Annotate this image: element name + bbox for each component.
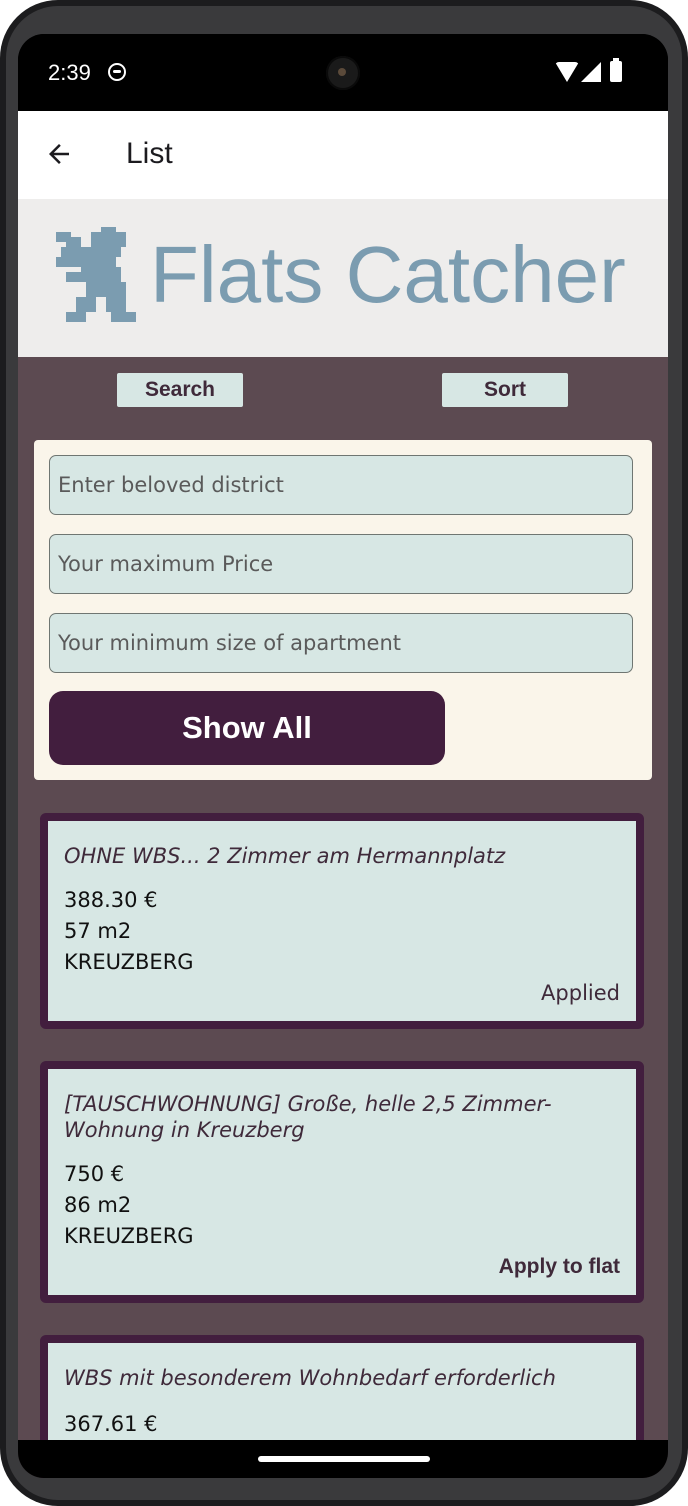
flat-title: WBS mit besonderem Wohnbedarf erforderli… [64, 1366, 556, 1390]
min-size-field[interactable] [49, 613, 633, 673]
home-gesture-handle[interactable] [258, 1456, 430, 1462]
status-bar: 2:39 [18, 34, 668, 111]
device-frame: 2:39 List Flats Catcher Search Sort Ente… [0, 0, 688, 1506]
main-content[interactable]: Flats Catcher Search Sort Show All OHNE … [18, 199, 668, 1478]
flat-title: [TAUSCHWOHNUNG] Große, helle 2,5 Zimmer-… [64, 1092, 552, 1142]
district-input[interactable] [50, 456, 632, 514]
wifi-icon [555, 62, 579, 82]
show-all-button[interactable]: Show All [49, 691, 445, 765]
district-field[interactable] [49, 455, 633, 515]
flat-card[interactable]: [TAUSCHWOHNUNG] Große, helle 2,5 Zimmer-… [40, 1061, 644, 1303]
page-title: List [126, 137, 173, 170]
battery-icon [610, 58, 622, 82]
flat-price: 388.30 € [64, 888, 158, 912]
min-size-input[interactable] [50, 614, 632, 672]
status-time: 2:39 [48, 60, 91, 85]
front-camera [326, 56, 360, 90]
apply-to-flat-button[interactable]: Apply to flat [499, 1255, 620, 1279]
flat-title: OHNE WBS... 2 Zimmer am Hermannplatz [64, 844, 506, 868]
search-tab-button[interactable]: Search [117, 373, 243, 407]
app-bar: List [18, 111, 668, 199]
flat-price: 750 € [64, 1162, 125, 1186]
flat-district: KREUZBERG [64, 950, 194, 974]
flat-price: 367.61 € [64, 1412, 158, 1436]
app-logo-text: Flats Catcher [150, 230, 626, 319]
back-arrow-icon[interactable] [44, 139, 74, 169]
notification-icon [108, 63, 126, 81]
berlin-bear-logo-icon [56, 227, 136, 322]
max-price-field[interactable] [49, 534, 633, 594]
navigation-bar [18, 1440, 668, 1478]
flat-card[interactable]: OHNE WBS... 2 Zimmer am Hermannplatz 388… [40, 813, 644, 1029]
search-filter-panel: Show All [34, 440, 652, 780]
app-header: Flats Catcher [18, 199, 668, 357]
flat-size: 57 m2 [64, 919, 132, 943]
flat-status-label: Applied [541, 981, 620, 1005]
flat-size: 86 m2 [64, 1193, 132, 1217]
flat-district: KREUZBERG [64, 1224, 194, 1248]
max-price-input[interactable] [50, 535, 632, 593]
signal-icon [581, 62, 601, 82]
sort-tab-button[interactable]: Sort [442, 373, 568, 407]
screen: 2:39 List Flats Catcher Search Sort Ente… [18, 34, 668, 1478]
